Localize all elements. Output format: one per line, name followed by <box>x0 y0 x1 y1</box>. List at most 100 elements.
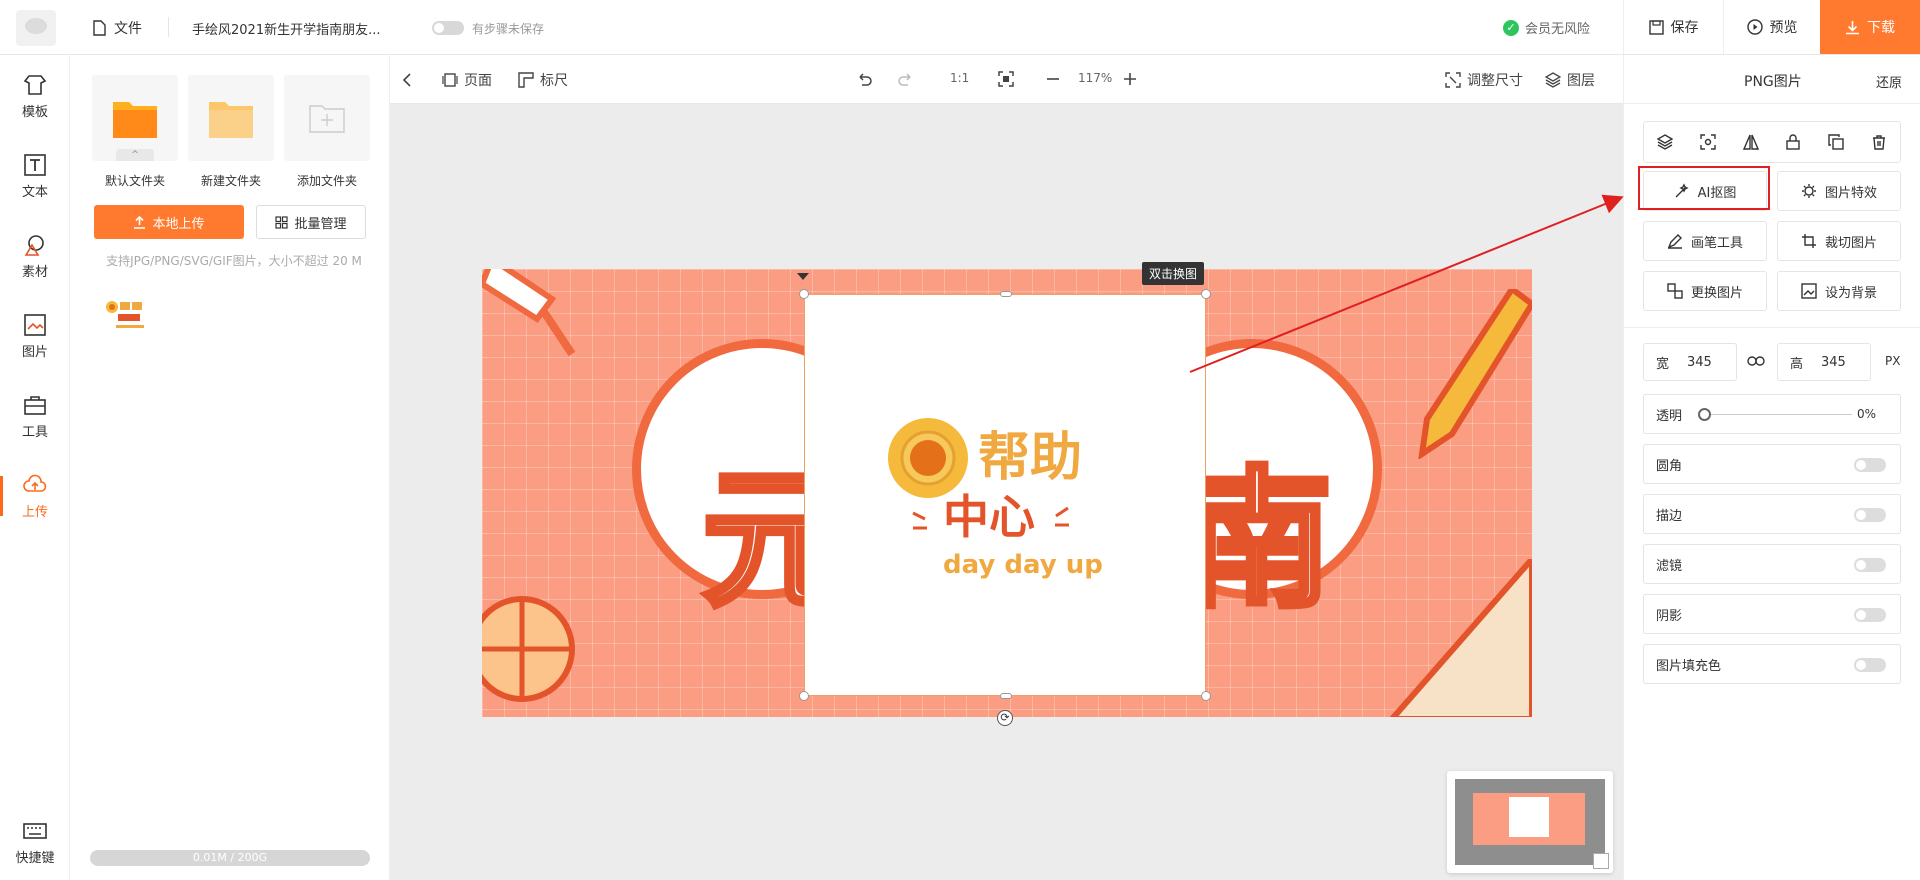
design-artboard[interactable]: 元 南 帮助 中心 day day up <box>482 269 1532 717</box>
collapse-panel-icon[interactable] <box>402 73 412 87</box>
background-icon <box>1801 283 1817 299</box>
shadow-row: 阴影 <box>1643 594 1901 634</box>
link-ratio-icon[interactable] <box>1747 354 1765 368</box>
sidebar-item-label: 上传 <box>21 505 48 520</box>
pencil-decoration <box>1418 289 1532 459</box>
opacity-slider[interactable] <box>1702 414 1852 415</box>
sidebar-item-image[interactable]: 图片 <box>0 302 70 372</box>
app-logo[interactable] <box>16 10 56 46</box>
minimap[interactable] <box>1447 771 1613 873</box>
resize-handle-bottom[interactable] <box>1000 693 1012 699</box>
shadow-switch[interactable] <box>1854 608 1886 622</box>
resize-handle-top-right[interactable] <box>1201 289 1211 299</box>
default-folder[interactable]: ^ <box>92 75 178 161</box>
selected-image[interactable]: 帮助 中心 day day up <box>797 273 1211 701</box>
sidebar-item-template[interactable]: 模板 <box>0 62 70 132</box>
copy-icon[interactable] <box>1828 134 1844 150</box>
fit-screen-icon[interactable] <box>998 71 1014 87</box>
member-status-label: 会员无风险 <box>1525 22 1591 37</box>
layers-icon[interactable] <box>1657 134 1674 150</box>
minimap-toggle-icon[interactable] <box>1593 853 1609 869</box>
filter-row: 滤镜 <box>1643 544 1901 584</box>
height-field[interactable]: 高 345 <box>1777 343 1871 381</box>
new-folder[interactable] <box>188 75 274 161</box>
sidebar-item-upload[interactable]: 上传 <box>0 462 70 532</box>
image-effects-button[interactable]: 图片特效 <box>1777 171 1901 211</box>
download-icon <box>1846 20 1859 34</box>
template-icon <box>23 75 47 95</box>
file-label: 文件 <box>114 21 142 37</box>
redo-icon[interactable] <box>898 71 914 87</box>
annotation-highlight-box <box>1638 166 1770 210</box>
crop-image-button[interactable]: 裁切图片 <box>1777 221 1901 261</box>
shortcut-keys[interactable]: 快捷键 <box>0 808 70 878</box>
sidebar-item-text[interactable]: 文本 <box>0 142 70 212</box>
resize-handle-top-left[interactable] <box>799 289 809 299</box>
filter-switch[interactable] <box>1854 558 1886 572</box>
left-nav: 模板 文本 素材 图片 工具 上传 快捷键 <box>0 55 70 880</box>
batch-manage-button[interactable]: 批量管理 <box>256 205 366 239</box>
sidebar-item-label: 素材 <box>21 265 48 280</box>
stroke-switch[interactable] <box>1854 508 1886 522</box>
undo-icon[interactable] <box>856 71 872 87</box>
help-center-logo-thumbnail <box>106 301 144 328</box>
opacity-slider-knob[interactable] <box>1698 408 1711 421</box>
autosave-status: 有步骤未保存 <box>472 22 545 36</box>
set-background-button[interactable]: 设为背景 <box>1777 271 1901 311</box>
add-folder[interactable] <box>284 75 370 161</box>
zoom-out-icon[interactable] <box>1047 78 1059 80</box>
file-menu[interactable]: 文件 <box>92 18 142 38</box>
focus-icon[interactable] <box>1700 134 1716 150</box>
height-label: 高 <box>1790 356 1804 372</box>
replace-image-button[interactable]: 更换图片 <box>1643 271 1767 311</box>
document-title[interactable]: 手绘风2021新生开学指南朋友... <box>192 19 380 38</box>
layers-button[interactable]: 图层 <box>1545 70 1595 90</box>
actual-size-button[interactable]: 1:1 <box>950 71 969 85</box>
width-label: 宽 <box>1656 356 1670 372</box>
ball-decoration <box>482 596 575 702</box>
trash-icon[interactable] <box>1871 134 1887 150</box>
replace-image-label: 更换图片 <box>1690 285 1743 301</box>
page-settings[interactable]: 页面 <box>442 70 492 90</box>
layers-icon <box>1545 72 1561 88</box>
replace-image-tooltip: 双击换图 <box>1142 262 1205 285</box>
text-icon <box>24 154 46 176</box>
download-button[interactable]: 下载 <box>1820 0 1920 54</box>
flip-icon[interactable] <box>1742 134 1759 150</box>
storage-usage-bar: 0.01M / 200G <box>90 850 370 866</box>
image-tool-icons <box>1643 121 1901 163</box>
resize-handle-top[interactable] <box>1000 291 1012 297</box>
rotate-handle-icon[interactable]: ⟳ <box>997 710 1013 726</box>
check-icon: ✓ <box>1503 19 1519 36</box>
local-upload-button[interactable]: 本地上传 <box>94 205 244 239</box>
corner-radius-switch[interactable] <box>1854 458 1886 472</box>
zoom-in-icon[interactable] <box>1124 73 1136 85</box>
width-field[interactable]: 宽 345 <box>1643 343 1737 381</box>
preview-button[interactable]: 预览 <box>1723 0 1820 54</box>
resize-button[interactable]: 调整尺寸 <box>1445 70 1523 90</box>
restore-button[interactable]: 还原 <box>1876 72 1902 91</box>
fill-color-switch[interactable] <box>1854 658 1886 672</box>
layers-label: 图层 <box>1567 73 1595 89</box>
toggle-label: 描边 <box>1656 508 1683 524</box>
member-status[interactable]: ✓ 会员无风险 <box>1503 18 1590 37</box>
collapse-icon[interactable]: ^ <box>116 149 154 161</box>
ruler-icon <box>518 72 534 88</box>
lock-icon[interactable] <box>1785 134 1801 150</box>
panel-title: PNG图片 <box>1744 74 1802 90</box>
effects-icon <box>1801 184 1816 198</box>
resize-handle-bottom-left[interactable] <box>799 691 809 701</box>
ruler-toggle[interactable]: 标尺 <box>518 70 568 90</box>
uploaded-image-thumbnail[interactable] <box>102 295 158 339</box>
sidebar-item-tools[interactable]: 工具 <box>0 382 70 452</box>
unit-label: PX <box>1885 354 1901 368</box>
resize-handle-bottom-right[interactable] <box>1201 691 1211 701</box>
sidebar-item-label: 模板 <box>21 105 48 120</box>
corner-radius-row: 圆角 <box>1643 444 1901 484</box>
width-value: 345 <box>1687 354 1712 370</box>
sidebar-item-material[interactable]: 素材 <box>0 222 70 292</box>
save-button[interactable]: 保存 <box>1623 0 1723 54</box>
autosave-toggle[interactable] <box>432 21 464 35</box>
brush-tool-button[interactable]: 画笔工具 <box>1643 221 1767 261</box>
zoom-level[interactable]: 117% <box>1078 71 1112 85</box>
